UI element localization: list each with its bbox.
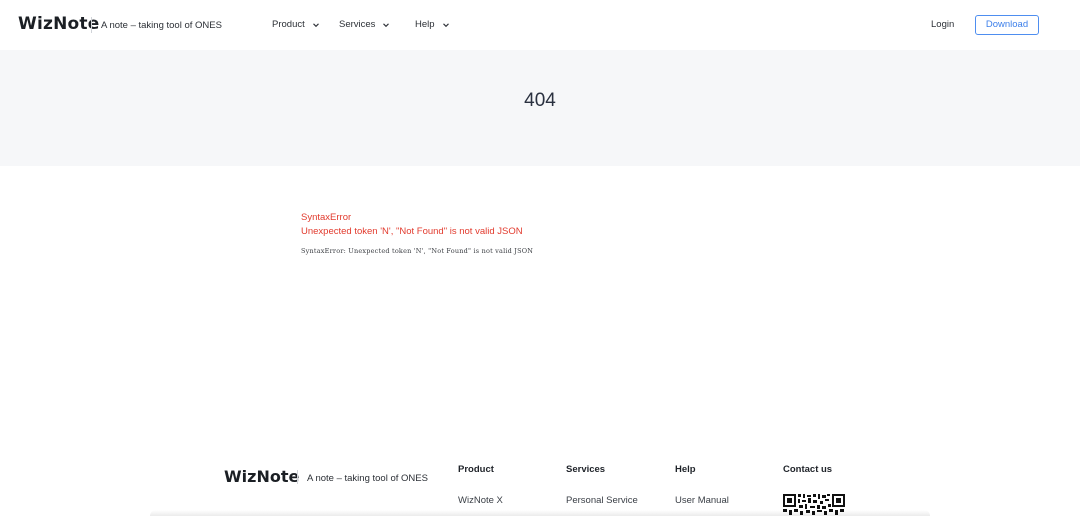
footer-column-services: Services Personal Service — [566, 464, 638, 506]
footer-column-title: Product — [458, 464, 494, 475]
chevron-down-icon — [442, 22, 449, 27]
nav-item-services[interactable]: Services — [339, 19, 390, 30]
bottom-edge-shadow — [150, 510, 930, 516]
nav-item-help[interactable]: Help — [415, 19, 450, 30]
logo-divider — [91, 17, 92, 33]
nav-item-label: Product — [272, 19, 305, 30]
footer-column-product: Product WizNote X — [458, 464, 503, 506]
footer-wiznote-logo[interactable]: WizNote — [224, 467, 299, 486]
footer-column-help: Help User Manual — [675, 464, 729, 506]
footer-link-user-manual[interactable]: User Manual — [675, 495, 729, 506]
chevron-down-icon — [383, 22, 390, 27]
nav-item-product[interactable]: Product — [272, 19, 320, 30]
error-code: 404 — [524, 90, 556, 111]
chevron-down-icon — [312, 22, 319, 27]
footer-column-contact: Contact us — [783, 464, 832, 475]
footer-logo-divider — [297, 470, 298, 484]
footer-link-personal-service[interactable]: Personal Service — [566, 495, 638, 506]
error-stack-trace: SyntaxError: Unexpected token 'N', "Not … — [301, 247, 534, 255]
nav-item-label: Services — [339, 19, 376, 30]
footer-column-title: Contact us — [783, 464, 833, 475]
download-button[interactable]: Download — [975, 15, 1039, 35]
wiznote-logo[interactable]: WizNote — [18, 14, 99, 34]
header-tagline: A note – taking tool of ONES — [101, 20, 222, 31]
footer-column-title: Help — [675, 464, 696, 475]
site-header: WizNote A note – taking tool of ONES Pro… — [0, 0, 1080, 50]
error-hero: 404 — [0, 50, 1080, 166]
error-message: Unexpected token 'N', "Not Found" is not… — [301, 226, 523, 237]
error-title: SyntaxError — [301, 212, 352, 223]
login-link[interactable]: Login — [931, 19, 954, 30]
nav-item-label: Help — [415, 19, 435, 30]
footer-column-title: Services — [566, 464, 606, 475]
footer-link-wiznote-x[interactable]: WizNote X — [458, 495, 503, 506]
footer-tagline: A note – taking tool of ONES — [307, 473, 428, 484]
